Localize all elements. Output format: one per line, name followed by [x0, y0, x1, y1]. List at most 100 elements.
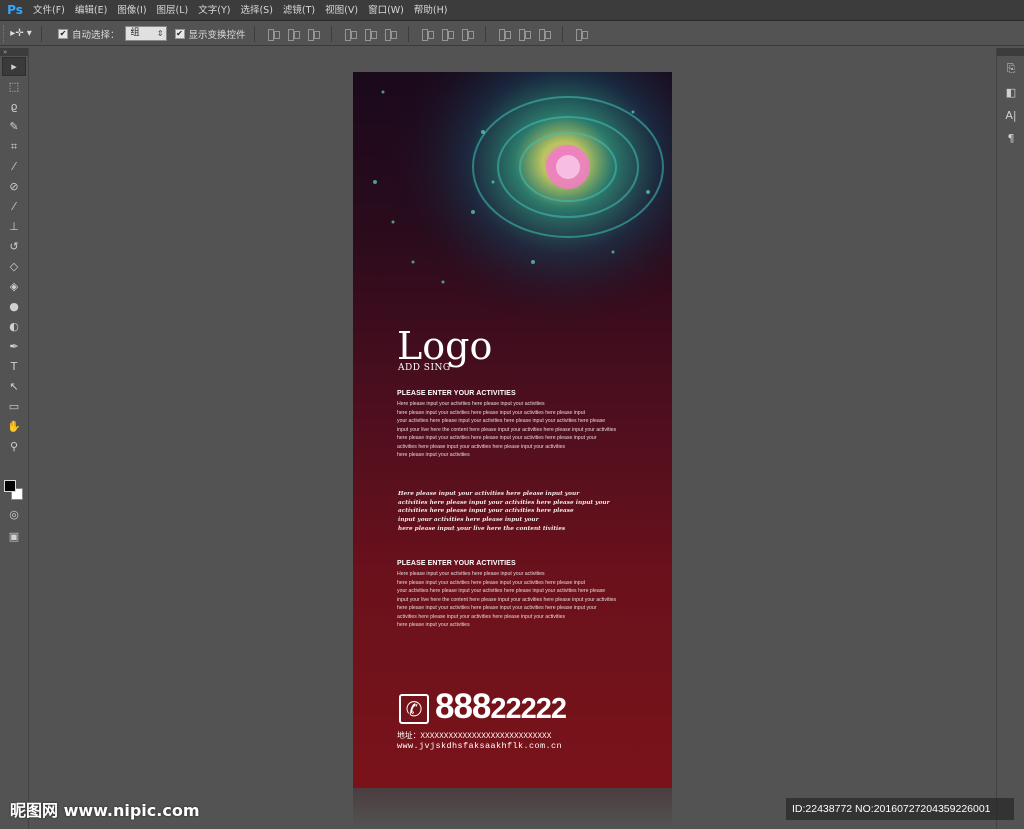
poster-logo: Logo [397, 324, 493, 368]
align-top-icon[interactable] [266, 27, 280, 41]
menu-help[interactable]: 帮助(H) [409, 0, 453, 21]
poster-reflection [353, 788, 672, 829]
tools-panel: » ▸ ⬚ ϱ ✎ ⌗ ⁄ ⊘ ⁄ ⊥ ↺ ◇ ◈ ● ◐ ✒ T ↖ ▭ ✋ … [0, 48, 29, 829]
eyedropper-icon[interactable]: ⁄ [2, 157, 26, 176]
type-icon[interactable]: T [2, 357, 26, 376]
align-right-icon[interactable] [383, 27, 397, 41]
lasso-icon[interactable]: ϱ [2, 97, 26, 116]
right-panel-header[interactable] [997, 48, 1024, 56]
menu-view[interactable]: 视图(V) [320, 0, 363, 21]
body-line: here please input your activities [397, 622, 470, 628]
menu-bar: Ps 文件(F) 编辑(E) 图像(I) 图层(L) 文字(Y) 选择(S) 滤… [0, 0, 1024, 21]
body-line: Here please input your activities here p… [397, 401, 545, 407]
watermark-id: ID:22438772 NO:20160727204359226001 [786, 798, 1014, 820]
quick-mask-icon[interactable]: ◎ [2, 505, 26, 524]
blur-icon[interactable]: ● [2, 297, 26, 316]
distribute-hcenter-icon[interactable] [517, 27, 531, 41]
body-line: activities here please input your activi… [397, 613, 566, 620]
auto-select-dropdown[interactable]: 组 [124, 26, 167, 41]
paragraph-icon[interactable]: ¶ [1000, 128, 1022, 148]
pen-icon[interactable]: ✒ [2, 337, 26, 356]
body-line: here please input your activities here p… [397, 579, 586, 586]
section1-body: Here please input your activities here p… [397, 400, 637, 460]
section2-title: PLEASE ENTER YOUR ACTIVITIES [397, 560, 516, 567]
watermark-site: 昵图网 www.nipic.com [10, 801, 200, 820]
menu-window[interactable]: 窗口(W) [363, 0, 409, 21]
marquee-icon[interactable]: ⬚ [2, 77, 26, 96]
script-line: input your activities here please input … [398, 517, 539, 524]
rectangle-icon[interactable]: ▭ [2, 397, 26, 416]
show-transform-label: 显示变换控件 [188, 29, 246, 41]
hand-icon[interactable]: ✋ [2, 417, 26, 436]
collapsed-panels: ⎘ ◧ A| ¶ [996, 48, 1024, 829]
distribute-vcenter-icon[interactable] [440, 27, 454, 41]
canvas-area[interactable]: Logo ADD SING PLEASE ENTER YOUR ACTIVITI… [30, 48, 995, 829]
menu-edit[interactable]: 编辑(E) [70, 0, 112, 21]
character-icon[interactable]: A| [1000, 105, 1022, 125]
screen-mode-icon[interactable]: ▣ [2, 527, 26, 546]
body-line: here please input your activities here p… [397, 409, 586, 416]
eraser-icon[interactable]: ◇ [2, 257, 26, 276]
script-text-block: Here please input your activities here p… [398, 490, 610, 534]
crop-icon[interactable]: ⌗ [2, 137, 26, 156]
script-line: here please input your live here the con… [398, 525, 566, 532]
body-line: your activities here please input your a… [397, 418, 606, 424]
distribute-bottom-icon[interactable] [460, 27, 474, 41]
clone-stamp-icon[interactable]: ⊥ [2, 217, 26, 236]
path-select-icon[interactable]: ↖ [2, 377, 26, 396]
align-bottom-icon[interactable] [306, 27, 320, 41]
phone-number-big: 888 [435, 687, 491, 726]
body-line: Here please input your activities here p… [397, 571, 545, 577]
body-line: input your live here the content here pl… [397, 426, 617, 433]
body-line: input your live here the content here pl… [397, 596, 617, 603]
address-line: 地址：XXXXXXXXXXXXXXXXXXXXXXXXXXXX [397, 733, 552, 741]
poster-canvas[interactable]: Logo ADD SING PLEASE ENTER YOUR ACTIVITI… [353, 72, 672, 788]
menu-file[interactable]: 文件(F) [28, 0, 70, 21]
script-line: Here please input your activities here p… [398, 491, 580, 497]
options-bar: ▸✛ ▾ ✔ 自动选择： 组 ✔ 显示变换控件 [0, 22, 1024, 46]
move-tool-icon[interactable]: ▸✛ ▾ [9, 25, 33, 43]
healing-brush-icon[interactable]: ⊘ [2, 177, 26, 196]
divider [253, 25, 255, 42]
app-logo[interactable]: Ps [2, 0, 28, 21]
divider [330, 25, 332, 42]
dodge-icon[interactable]: ◐ [2, 317, 26, 336]
body-line: your activities here please input your a… [397, 588, 606, 594]
divider [484, 25, 486, 42]
foreground-color-swatch[interactable] [4, 480, 16, 492]
divider [561, 25, 563, 42]
menu-select[interactable]: 选择(S) [235, 0, 277, 21]
distribute-top-icon[interactable] [420, 27, 434, 41]
tools-panel-header[interactable]: » [0, 48, 28, 56]
history-brush-icon[interactable]: ↺ [2, 237, 26, 256]
phone-number: 88822222 [435, 687, 567, 729]
auto-align-icon[interactable] [574, 27, 588, 41]
script-line: activities here please input your activi… [398, 508, 574, 515]
history-icon[interactable]: ⎘ [1000, 59, 1022, 79]
body-line: here please input your activities here p… [397, 605, 597, 611]
menu-image[interactable]: 图像(I) [112, 0, 151, 21]
paint-bucket-icon[interactable]: ◈ [2, 277, 26, 296]
phone-number-small: 22222 [490, 693, 567, 725]
divider [41, 25, 42, 42]
quick-select-icon[interactable]: ✎ [2, 117, 26, 136]
auto-select-label: 自动选择： [72, 29, 120, 41]
website-line: www.jvjskdhsfaksaakhflk.com.cn [397, 741, 563, 751]
section1-title: PLEASE ENTER YOUR ACTIVITIES [397, 390, 516, 397]
align-vcenter-icon[interactable] [286, 27, 300, 41]
menu-filter[interactable]: 滤镜(T) [278, 0, 320, 21]
distribute-right-icon[interactable] [537, 27, 551, 41]
brush-icon[interactable]: ⁄ [2, 197, 26, 216]
align-left-icon[interactable] [343, 27, 357, 41]
auto-select-checkbox[interactable]: ✔ [58, 28, 68, 39]
move-tool-icon[interactable]: ▸ [2, 57, 26, 76]
distribute-left-icon[interactable] [497, 27, 511, 41]
menu-layer[interactable]: 图层(L) [152, 0, 194, 21]
body-line: here please input your activities [397, 452, 470, 458]
menu-type[interactable]: 文字(Y) [193, 0, 235, 21]
layers-icon[interactable]: ◧ [1000, 82, 1022, 102]
align-hcenter-icon[interactable] [363, 27, 377, 41]
show-transform-checkbox[interactable]: ✔ [174, 28, 185, 39]
zoom-icon[interactable]: ⚲ [2, 437, 26, 456]
divider [407, 25, 409, 42]
